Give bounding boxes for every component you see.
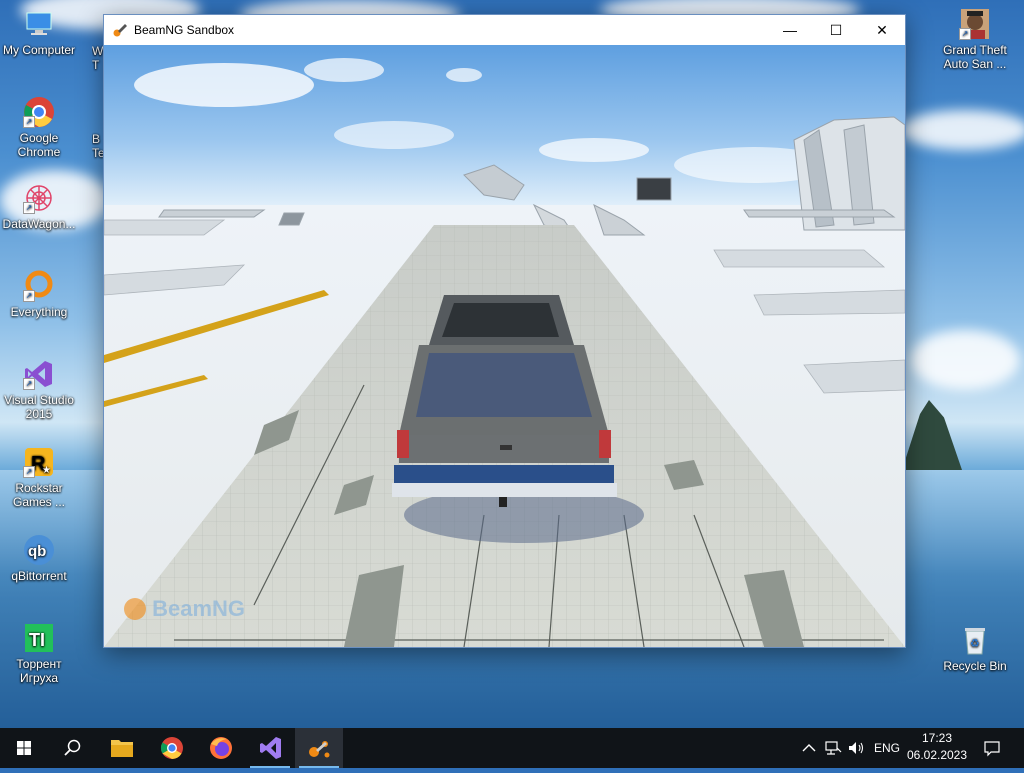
volume-icon[interactable] [846, 739, 866, 757]
close-button[interactable]: ✕ [859, 15, 905, 45]
notifications-icon[interactable] [982, 738, 1002, 758]
beamng-logo-icon [124, 598, 146, 621]
watermark-text: BeamNG [152, 596, 246, 622]
firefox-icon [210, 737, 232, 759]
desktop-icon-torrent-igruha[interactable]: TI Торрент Игруха [1, 622, 77, 685]
svg-text:♻: ♻ [970, 638, 980, 650]
language-indicator[interactable]: ENG [874, 741, 900, 755]
taskbar-visual-studio[interactable] [246, 728, 294, 768]
file-explorer-icon [111, 740, 133, 757]
network-icon[interactable] [823, 739, 843, 757]
desktop-icon-visual-studio[interactable]: ↗ Visual Studio 2015 [1, 358, 77, 421]
tray-chevron-up-icon[interactable] [800, 740, 818, 756]
start-button[interactable] [0, 728, 48, 768]
svg-text:qb: qb [28, 543, 46, 560]
beamng-watermark: BeamNG [124, 595, 245, 622]
desktop-icon-gta-sa[interactable]: ↗ Grand Theft Auto San ... [937, 8, 1013, 71]
recycle-bin-icon: ♻ [959, 624, 991, 656]
desktop-icon-label: DataWagon... [2, 217, 76, 231]
desktop-icon-label: Visual Studio 2015 [4, 393, 74, 421]
rockstar-icon: R ★ ↗ [23, 446, 55, 478]
torrent-igruha-icon: TI [23, 622, 55, 654]
desktop-icon-label: Rockstar Games ... [12, 481, 65, 509]
desktop-icon-recycle-bin[interactable]: ♻ Recycle Bin [937, 624, 1013, 673]
taskbar-firefox[interactable] [197, 728, 245, 768]
desktop-icon-label: qBittorrent [11, 569, 67, 583]
computer-icon [23, 8, 55, 40]
everything-icon: ↗ [23, 270, 55, 302]
desktop-icon-everything[interactable]: ↗ Everything [1, 270, 77, 319]
qbittorrent-icon: qb [23, 534, 55, 566]
game-scene [104, 45, 905, 647]
svg-text:TI: TI [29, 630, 45, 650]
desktop-icon-rockstar[interactable]: R ★ ↗ Rockstar Games ... [1, 446, 77, 509]
desktop-icon-my-computer[interactable]: My Computer [1, 8, 77, 57]
game-viewport[interactable]: BeamNG [104, 45, 905, 647]
svg-text:★: ★ [42, 465, 51, 476]
minimize-button[interactable]: — [767, 15, 813, 45]
desktop-icon-label: My Computer [2, 43, 76, 57]
desktop-icon-label: Grand Theft Auto San ... [943, 43, 1007, 71]
visual-studio-icon [260, 737, 281, 759]
desktop-icon-label: Recycle Bin [943, 659, 1007, 673]
taskbar-file-explorer[interactable] [98, 728, 146, 768]
beamng-app-icon [112, 22, 128, 38]
taskbar-chrome[interactable] [148, 728, 196, 768]
window-titlebar[interactable]: BeamNG Sandbox — ☐ ✕ [104, 15, 905, 45]
desktop-icon-datawagon[interactable]: ↗ DataWagon... [1, 182, 77, 231]
chrome-icon [161, 737, 183, 759]
datawagon-icon: ↗ [23, 182, 55, 214]
search-icon [64, 739, 81, 756]
beamng-icon [309, 741, 330, 758]
desktop-icon-label: Торрент Игруха [16, 657, 62, 685]
clock[interactable]: 17:23 06.02.2023 [906, 731, 968, 762]
visual-studio-icon: ↗ [23, 358, 55, 390]
clock-time: 17:23 [921, 731, 953, 745]
desktop-icon-label: Everything [10, 305, 68, 319]
search-button[interactable] [48, 728, 96, 768]
beamng-window[interactable]: BeamNG Sandbox — ☐ ✕ BeamNG [103, 14, 906, 648]
chrome-icon: ↗ [23, 96, 55, 128]
desktop-icon-qbittorrent[interactable]: qb qBittorrent [1, 534, 77, 583]
maximize-button[interactable]: ☐ [813, 15, 859, 45]
gta-sa-icon: ↗ [959, 8, 991, 40]
taskbar-beamng[interactable] [295, 728, 343, 768]
taskbar: ENG 17:23 06.02.2023 [0, 728, 1024, 768]
start-icon [17, 741, 31, 755]
clock-date: 06.02.2023 [906, 748, 968, 762]
window-title: BeamNG Sandbox [134, 23, 235, 37]
desktop-icon-label: Google Chrome [17, 131, 61, 159]
desktop-icon-partial-label: W T [92, 44, 104, 72]
desktop-icon-chrome[interactable]: ↗ Google Chrome [1, 96, 77, 159]
